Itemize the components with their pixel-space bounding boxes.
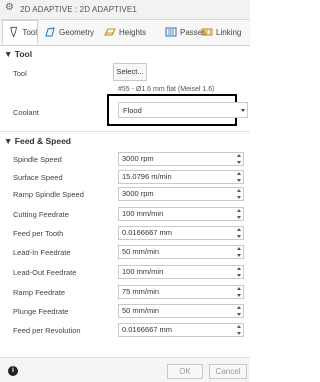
info-icon[interactable]: i bbox=[8, 366, 18, 376]
coolant-label: Coolant bbox=[13, 108, 39, 117]
section-header-tool[interactable]: ▼ Tool bbox=[4, 49, 32, 59]
tab-bar: Tool Geometry Heights Passes Linking bbox=[0, 20, 250, 46]
chevron-down-icon bbox=[241, 109, 245, 112]
heights-icon bbox=[104, 28, 116, 36]
row-label: Cutting Feedrate bbox=[13, 210, 69, 219]
spinner-icon[interactable] bbox=[237, 325, 242, 335]
row-label: Feed per Revolution bbox=[13, 326, 81, 335]
plunge-feedrate-input[interactable]: 50 mm/min bbox=[118, 304, 244, 318]
spinner-icon[interactable] bbox=[237, 267, 242, 277]
spinner-icon[interactable] bbox=[237, 306, 242, 316]
ok-button[interactable]: OK bbox=[167, 364, 203, 379]
tool-label: Tool bbox=[13, 69, 27, 78]
row-label: Feed per Tooth bbox=[13, 229, 64, 238]
tab-heights[interactable]: Heights bbox=[104, 20, 152, 44]
field-value: 0.0166667 mm bbox=[122, 228, 173, 237]
tab-label: Tool bbox=[22, 27, 37, 37]
tab-label: Geometry bbox=[59, 27, 95, 37]
row-label: Lead-In Feedrate bbox=[13, 248, 71, 257]
row-label: Surface Speed bbox=[13, 173, 63, 182]
field-value: 3000 rpm bbox=[122, 189, 154, 198]
tab-geometry[interactable]: Geometry bbox=[44, 20, 96, 44]
coolant-select[interactable]: Flood bbox=[118, 102, 248, 118]
field-value: 50 mm/min bbox=[122, 306, 160, 315]
row-label: Spindle Speed bbox=[13, 155, 62, 164]
spinner-icon[interactable] bbox=[237, 247, 242, 257]
spindle-speed-input[interactable]: 3000 rpm bbox=[118, 152, 244, 166]
field-value: 0.0166667 mm bbox=[122, 325, 173, 334]
window-title: 2D ADAPTIVE : 2D ADAPTIVE1 bbox=[20, 5, 137, 14]
spinner-icon[interactable] bbox=[237, 209, 242, 219]
field-value: 15.0796 m/min bbox=[122, 172, 172, 181]
row-label: Ramp Feedrate bbox=[13, 288, 66, 297]
spinner-icon[interactable] bbox=[237, 189, 242, 199]
spinner-icon[interactable] bbox=[237, 172, 242, 182]
title-bar: ⚙ 2D ADAPTIVE : 2D ADAPTIVE1 bbox=[0, 0, 250, 20]
divider bbox=[0, 131, 250, 132]
field-value: 3000 rpm bbox=[122, 154, 154, 163]
field-value: 75 mm/min bbox=[122, 287, 160, 296]
row-label: Lead-Out Feedrate bbox=[13, 268, 77, 277]
ramp-feedrate-input[interactable]: 75 mm/min bbox=[118, 285, 244, 299]
spinner-icon[interactable] bbox=[237, 154, 242, 164]
gear-icon: ⚙ bbox=[5, 2, 14, 13]
ramp-spindle-speed-input[interactable]: 3000 rpm bbox=[118, 187, 244, 201]
lead-out-feedrate-input[interactable]: 100 mm/min bbox=[118, 265, 244, 279]
spinner-icon[interactable] bbox=[237, 228, 242, 238]
feed-per-revolution-input[interactable]: 0.0166667 mm bbox=[118, 323, 244, 337]
lead-in-feedrate-input[interactable]: 50 mm/min bbox=[118, 245, 244, 259]
spinner-icon[interactable] bbox=[237, 287, 242, 297]
footer-bar: i OK Cancel bbox=[0, 357, 250, 382]
feed-per-tooth-input[interactable]: 0.0166667 mm bbox=[118, 226, 244, 240]
cancel-button[interactable]: Cancel bbox=[209, 364, 247, 379]
tab-tool[interactable]: Tool bbox=[2, 20, 38, 44]
section-header-feed-speed[interactable]: ▼ Feed & Speed bbox=[4, 136, 71, 146]
tool-description: #55 - Ø1.6 mm flat (Meisel 1.6) bbox=[118, 86, 215, 93]
field-value: 100 mm/min bbox=[122, 209, 164, 218]
select-tool-button[interactable]: Select... bbox=[113, 63, 147, 81]
tool-icon bbox=[10, 26, 18, 38]
cutting-feedrate-input[interactable]: 100 mm/min bbox=[118, 207, 244, 221]
field-value: 50 mm/min bbox=[122, 247, 160, 256]
surface-speed-input[interactable]: 15.0796 m/min bbox=[118, 170, 244, 184]
row-label: Ramp Spindle Speed bbox=[13, 190, 84, 199]
tab-linking[interactable]: Linking bbox=[201, 20, 250, 44]
coolant-value: Flood bbox=[123, 106, 142, 115]
geometry-icon bbox=[45, 27, 55, 37]
tab-label: Heights bbox=[119, 27, 147, 37]
passes-icon bbox=[165, 27, 177, 37]
tab-label: Linking bbox=[216, 27, 242, 37]
field-value: 100 mm/min bbox=[122, 267, 164, 276]
row-label: Plunge Feedrate bbox=[13, 307, 69, 316]
linking-icon bbox=[201, 28, 213, 36]
